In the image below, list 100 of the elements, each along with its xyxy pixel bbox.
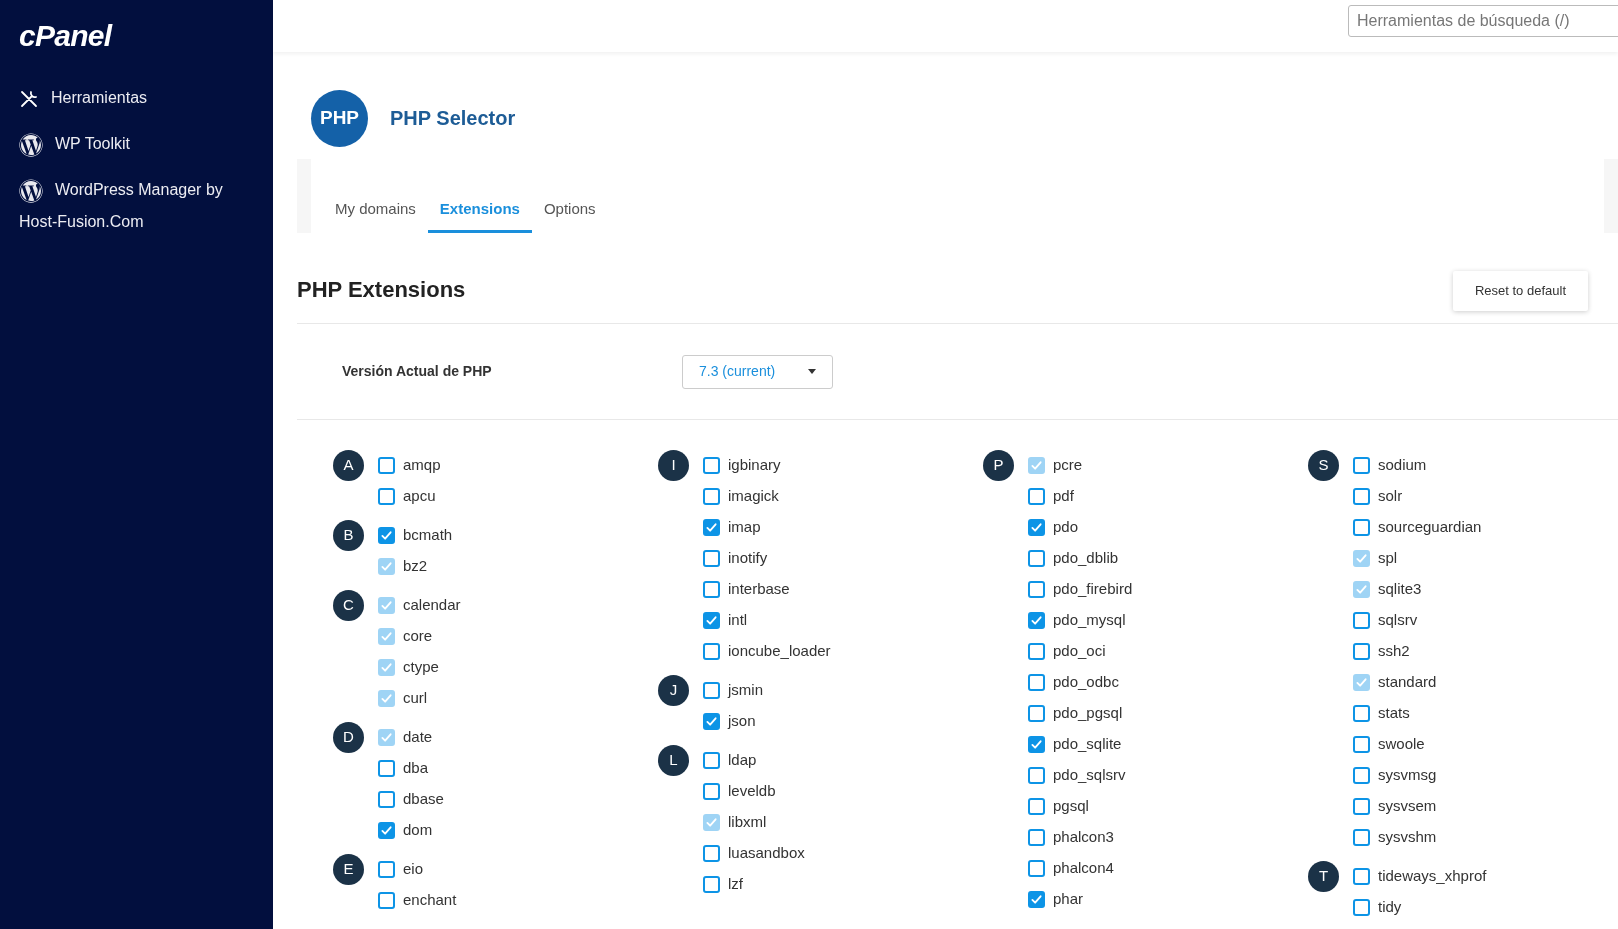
checkbox[interactable] [703,550,720,567]
checkbox[interactable] [378,861,395,878]
extension-label: luasandbox [728,843,805,864]
checkbox[interactable] [1028,674,1045,691]
checkbox[interactable] [1028,891,1045,908]
checkbox[interactable] [1353,612,1370,629]
checkbox[interactable] [378,527,395,544]
cpanel-logo[interactable]: cPanel [19,18,112,54]
checkbox[interactable] [1028,767,1045,784]
extension-label: phalcon4 [1053,858,1114,879]
extension-label: sourceguardian [1378,517,1482,538]
checkbox[interactable] [1028,736,1045,753]
checkbox[interactable] [1028,488,1045,505]
checkbox[interactable] [703,457,720,474]
extension-label: tideways_xhprof [1378,866,1487,887]
checkbox[interactable] [1353,899,1370,916]
letter-badge: T [1308,861,1339,892]
checkbox[interactable] [703,581,720,598]
checkbox[interactable] [1353,798,1370,815]
check-icon [381,662,392,673]
checkbox[interactable] [378,822,395,839]
extension-label: spl [1378,548,1398,569]
extension-label: jsmin [728,680,763,701]
checkbox[interactable] [1353,457,1370,474]
checkbox[interactable] [703,876,720,893]
extension-label: sysvsem [1378,796,1437,817]
checkbox[interactable] [378,892,395,909]
checkbox[interactable] [378,791,395,808]
checkbox[interactable] [1028,860,1045,877]
letter-badge: L [658,745,689,776]
checkbox[interactable] [1353,736,1370,753]
extension-label: eio [403,859,424,880]
letter-badge: B [333,520,364,551]
checkbox[interactable] [1028,829,1045,846]
check-icon [381,561,392,572]
extension-label: pdo_odbc [1053,672,1119,693]
checkbox[interactable] [1353,868,1370,885]
checkbox[interactable] [1028,643,1045,660]
tab[interactable]: Extensions [427,189,532,233]
check-icon [706,522,717,533]
version-dropdown[interactable]: 7.3 (current) [682,354,833,389]
checkbox[interactable] [1353,643,1370,660]
extension-label: sodium [1378,455,1427,476]
check-icon [706,615,717,626]
letter-badge: A [333,450,364,481]
sidebar-item[interactable]: Herramientas [19,82,239,114]
checkbox[interactable] [378,760,395,777]
checkbox[interactable] [1028,581,1045,598]
search-field[interactable]: Herramientas de búsqueda (/) [1348,5,1618,37]
extension-label: bcmath [403,525,453,546]
checkbox[interactable] [1028,612,1045,629]
checkbox[interactable] [1028,705,1045,722]
checkbox[interactable] [1353,488,1370,505]
checkbox[interactable] [703,612,720,629]
extension-label: standard [1378,672,1437,693]
page-title: PHP Selector [390,106,516,131]
extension-label: bz2 [403,556,428,577]
checkbox[interactable] [703,643,720,660]
extension-label: ctype [403,657,439,678]
extension-label: phalcon3 [1053,827,1114,848]
letter-badge: C [333,590,364,621]
extension-label: imagick [728,486,779,507]
extension-label: interbase [728,579,790,600]
checkbox[interactable] [703,845,720,862]
check-icon [381,631,392,642]
extension-label: pdo [1053,517,1079,538]
check-icon [1356,553,1367,564]
checkbox[interactable] [378,457,395,474]
checkbox[interactable] [1353,829,1370,846]
reset-button[interactable]: Reset to default [1452,271,1588,311]
letter-badge: D [333,722,364,753]
checkbox[interactable] [703,752,720,769]
check-icon [1031,522,1042,533]
letter-badge: P [983,450,1014,481]
checkbox[interactable] [1353,519,1370,536]
checkbox[interactable] [703,519,720,536]
checkbox[interactable] [703,713,720,730]
caret-icon [808,369,816,374]
checkbox[interactable] [1353,705,1370,722]
checkbox[interactable] [703,682,720,699]
sidebar-item[interactable]: WordPress Manager by Host-Fusion.Com [19,174,239,238]
checkbox[interactable] [703,783,720,800]
checkbox[interactable] [1028,519,1045,536]
check-icon [1031,894,1042,905]
tab[interactable]: My domains [323,189,428,233]
extension-label: pdo_dblib [1053,548,1119,569]
checkbox[interactable] [1028,550,1045,567]
extension-label: swoole [1378,734,1425,755]
sidebar-item[interactable]: WP Toolkit [19,128,239,160]
extension-label: curl [403,688,428,709]
check-icon [706,716,717,727]
extension-label: pdo_oci [1053,641,1106,662]
checkbox[interactable] [1353,767,1370,784]
extension-label: sysvshm [1378,827,1437,848]
extension-label: solr [1378,486,1403,507]
extension-label: pcre [1053,455,1083,476]
checkbox[interactable] [378,488,395,505]
tab[interactable]: Options [531,189,608,233]
checkbox[interactable] [703,488,720,505]
checkbox[interactable] [1028,798,1045,815]
